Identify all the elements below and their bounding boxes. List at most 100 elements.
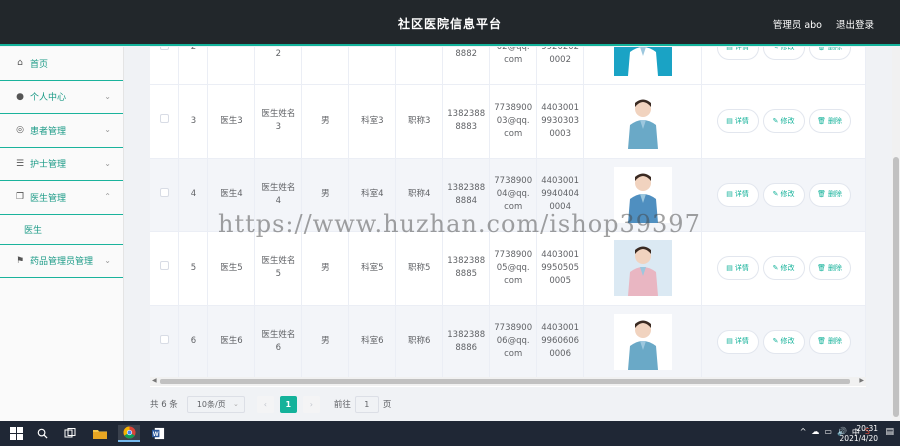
search-icon[interactable] <box>32 425 52 442</box>
document-icon: ▤ <box>726 263 733 272</box>
row-index: 3 <box>178 84 209 159</box>
detail-button[interactable]: ▤ 详情 <box>716 256 759 281</box>
edit-button[interactable]: ✎ 修改 <box>762 329 805 354</box>
delete-button[interactable]: 🗑 删除 <box>808 109 851 134</box>
notification-center-icon[interactable]: ▤ <box>885 427 894 437</box>
clock-time: 20:31 <box>856 424 878 433</box>
table-row: 6 医生6 医生姓名 6 男科室6 职称6 1382388 8886 7738900 06@… <box>150 305 866 379</box>
scrollbar-thumb[interactable] <box>893 157 899 417</box>
flag-icon: ⚑ <box>15 255 25 266</box>
doctor-table-panel: 2医生姓名 21382388 88827738900 02@qq. com440… <box>150 47 866 387</box>
doctor-id-card: 4403001 9920202 0002 <box>536 47 585 85</box>
doctor-phone: 1382388 8882 <box>442 47 491 85</box>
task-view-icon[interactable] <box>60 425 80 442</box>
edit-button[interactable]: ✎ 修改 <box>762 109 805 134</box>
row-checkbox[interactable] <box>159 334 169 344</box>
doctor-email: 7738900 06@qq. com <box>489 305 538 379</box>
doctor-email: 7738900 05@qq. com <box>489 231 538 306</box>
edit-button[interactable]: ✎ 修改 <box>762 47 805 60</box>
prev-page-button[interactable]: ‹ <box>256 395 274 413</box>
vertical-scrollbar[interactable] <box>892 47 900 421</box>
table-row: 2 医生姓名 2 1382388 88827738900 02@qq. com440… <box>150 47 866 85</box>
logout-link[interactable]: 退出登录 <box>836 17 874 31</box>
sidebar-item-label: 护士管理 <box>30 160 67 171</box>
doctor-name: 医生姓名 4 <box>254 158 303 232</box>
sidebar: ⌂ 首页 ● 个人中心 ⌄ ◎ 患者管理 ⌄ ☰ 护士管理 ⌄ ❐ 医生管理 ⌃… <box>0 47 124 421</box>
list-icon: ☰ <box>15 158 25 169</box>
doctor-name: 医生姓名 5 <box>254 231 303 306</box>
row-checkbox[interactable] <box>159 261 169 271</box>
detail-button[interactable]: ▤ 详情 <box>716 329 759 354</box>
delete-button[interactable]: 🗑 删除 <box>808 182 851 207</box>
edit-label: 修改 <box>780 116 795 125</box>
doctor-name: 医生姓名 2 <box>254 47 303 85</box>
actions-cell: ▤ 详情 ✎ 修改 🗑 删除 <box>701 305 866 379</box>
detail-label: 详情 <box>734 337 749 346</box>
table-row: 4 医生4 医生姓名 4 男科室4 职称4 1382388 8884 7738900 04@… <box>150 158 866 232</box>
edit-icon: ✎ <box>772 263 779 272</box>
delete-label: 删除 <box>827 337 842 346</box>
scroll-right-arrow[interactable]: ▶ <box>859 377 864 384</box>
clock[interactable]: 20:31 2021/4/20 <box>840 424 878 444</box>
copy-icon: ❐ <box>15 192 25 203</box>
sidebar-item-nurse-management[interactable]: ☰ 护士管理 ⌄ <box>0 148 123 181</box>
doctor-phone: 1382388 8884 <box>442 158 491 232</box>
doctor-photo <box>613 93 672 150</box>
detail-button[interactable]: ▤ 详情 <box>716 47 759 60</box>
row-checkbox[interactable] <box>159 114 169 124</box>
page-number-button[interactable]: 1 <box>279 395 297 413</box>
trash-icon: 🗑 <box>817 116 826 125</box>
edit-label: 修改 <box>780 47 795 51</box>
scroll-left-arrow[interactable]: ◀ <box>152 377 157 384</box>
doctor-gender: 男 <box>301 231 350 306</box>
document-icon: ▤ <box>726 116 733 125</box>
windows-start-button[interactable] <box>6 425 26 442</box>
detail-button[interactable]: ▤ 详情 <box>716 182 759 207</box>
page-size-select[interactable]: 10条/页 ⌄ <box>186 395 245 413</box>
doctor-title: 职称4 <box>395 158 444 232</box>
trash-icon: 🗑 <box>817 337 826 346</box>
delete-button[interactable]: 🗑 删除 <box>808 256 851 281</box>
detail-button[interactable]: ▤ 详情 <box>716 109 759 134</box>
tray-expand-icon[interactable]: ^ <box>800 427 807 438</box>
horizontal-scrollbar[interactable]: ◀ ▶ <box>150 377 866 386</box>
doctor-gender <box>301 47 350 85</box>
doctor-photo-cell <box>583 47 703 85</box>
battery-icon[interactable]: ▭ <box>824 427 832 438</box>
row-checkbox[interactable] <box>159 47 169 50</box>
file-explorer-icon[interactable] <box>89 425 111 442</box>
doctor-title: 职称3 <box>395 84 444 159</box>
doctor-photo-cell <box>583 231 703 306</box>
detail-label: 详情 <box>734 190 749 199</box>
word-icon[interactable]: W <box>147 425 169 442</box>
delete-button[interactable]: 🗑 删除 <box>808 47 851 60</box>
cloud-icon[interactable]: ☁ <box>811 427 819 438</box>
edit-button[interactable]: ✎ 修改 <box>762 256 805 281</box>
delete-button[interactable]: 🗑 删除 <box>808 329 851 354</box>
sidebar-item-patient-management[interactable]: ◎ 患者管理 ⌄ <box>0 114 123 148</box>
chevron-down-icon: ⌄ <box>104 158 111 168</box>
top-bar: 社区医院信息平台 管理员 abo 退出登录 <box>0 0 900 46</box>
goto-page-input[interactable]: 1 <box>354 395 379 413</box>
next-page-button[interactable]: › <box>302 395 320 413</box>
sidebar-item-pharmacist-management[interactable]: ⚑ 药品管理员管理 ⌄ <box>0 245 123 278</box>
chevron-down-icon: ⌄ <box>104 125 111 134</box>
sidebar-item-doctor-management[interactable]: ❐ 医生管理 ⌃ <box>0 181 123 215</box>
row-index: 4 <box>178 158 209 232</box>
actions-cell: ▤ 详情 ✎ 修改 🗑 删除 <box>701 158 866 232</box>
doctor-title: 职称6 <box>395 305 444 379</box>
row-checkbox[interactable] <box>159 187 169 197</box>
scrollbar-thumb[interactable] <box>160 379 850 384</box>
sidebar-subitem-doctor[interactable]: 医生 <box>0 214 123 245</box>
sidebar-item-label: 医生管理 <box>30 193 67 204</box>
chevron-down-icon: ⌄ <box>232 399 239 408</box>
edit-button[interactable]: ✎ 修改 <box>762 182 805 207</box>
page-size-value: 10条/页 <box>196 399 226 409</box>
edit-icon: ✎ <box>772 337 779 346</box>
chrome-icon[interactable] <box>118 425 140 442</box>
document-icon: ▤ <box>726 190 733 199</box>
doctor-email: 7738900 03@qq. com <box>489 84 538 159</box>
doctor-id <box>207 47 256 85</box>
sidebar-item-home[interactable]: ⌂ 首页 <box>0 47 123 81</box>
sidebar-item-personal-center[interactable]: ● 个人中心 ⌄ <box>0 81 123 114</box>
